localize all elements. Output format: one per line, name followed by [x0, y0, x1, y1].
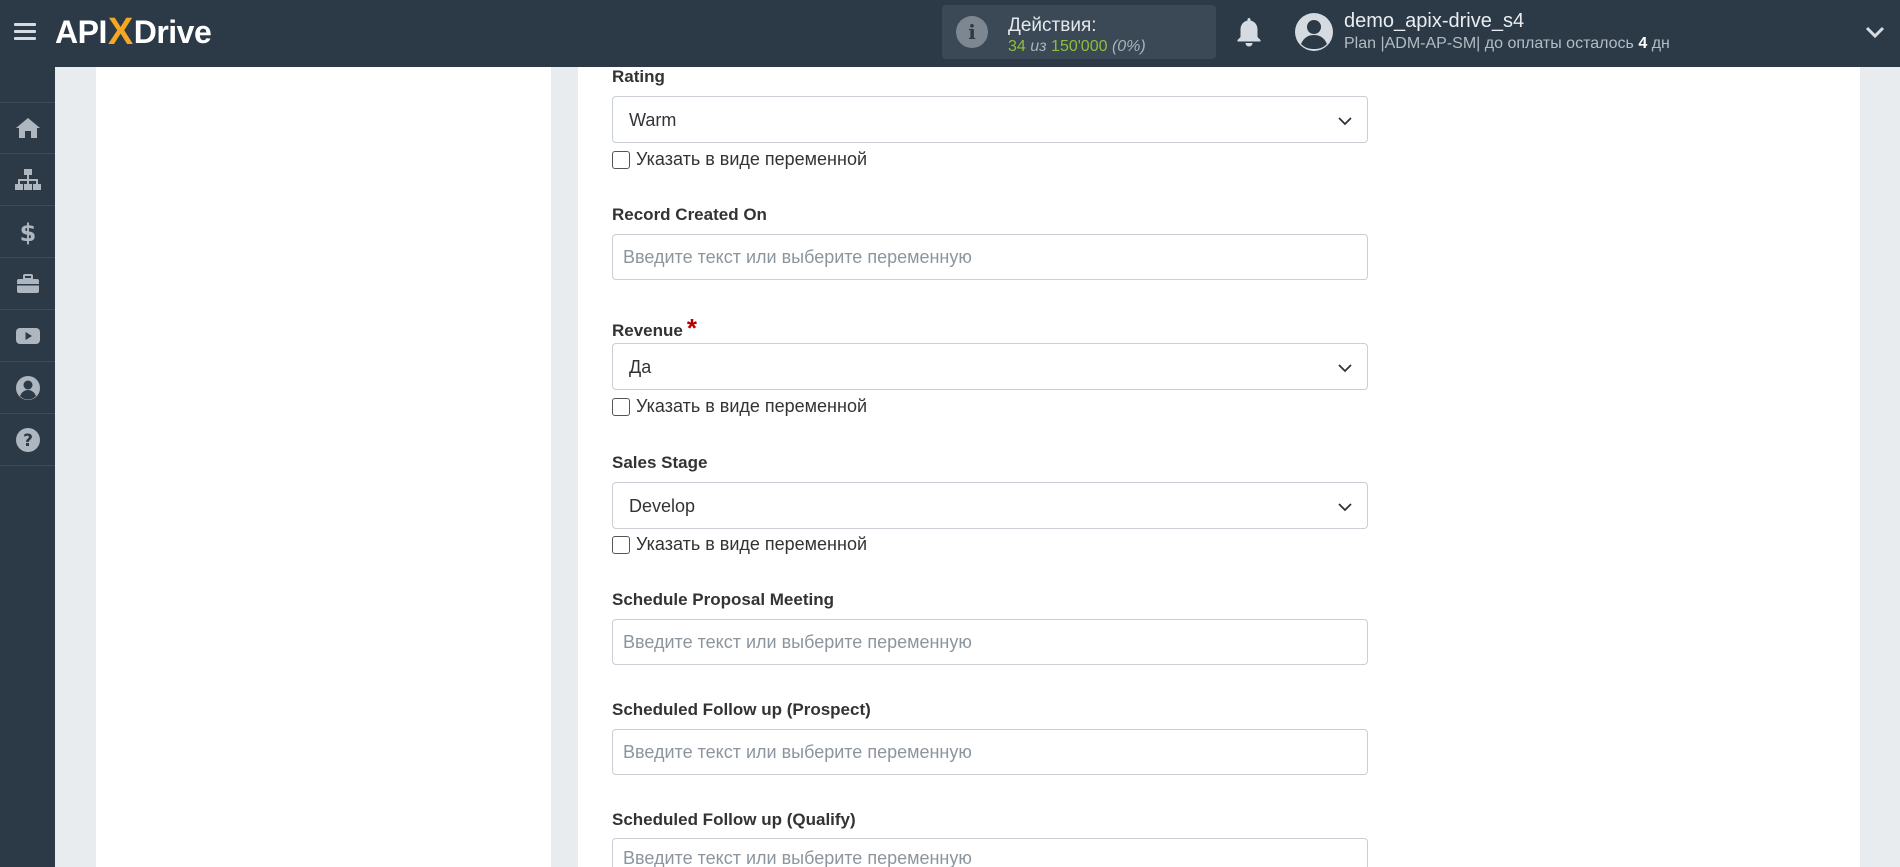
followup-prospect-label: Scheduled Follow up (Prospect) — [612, 700, 871, 719]
sales-stage-value: Develop — [629, 496, 696, 516]
sidebar-item-home[interactable] — [0, 102, 55, 154]
required-marker: * — [686, 313, 697, 343]
info-icon: i — [956, 16, 988, 48]
plan-info: Plan |ADM-AP-SM| до оплаты осталось 4 дн — [1344, 35, 1670, 53]
sidebar-item-connections[interactable] — [0, 154, 55, 206]
logo-text-x: X — [107, 10, 133, 53]
plan-text: Plan |ADM-AP-SM| до оплаты осталось — [1344, 35, 1634, 52]
checkbox-label: Указать в виде переменной — [636, 149, 868, 169]
actions-of: из — [1030, 38, 1047, 55]
sales-stage-label: Sales Stage — [612, 453, 708, 472]
revenue-select[interactable]: Да — [612, 343, 1368, 390]
logo-text-api: API — [55, 13, 107, 50]
days-unit: дн — [1651, 35, 1670, 52]
rating-label: Rating — [612, 67, 665, 86]
actions-count: 34 из 150'000 (0%) — [1008, 38, 1146, 56]
menu-icon[interactable] — [14, 20, 40, 44]
dollar-icon: $ — [19, 219, 36, 246]
revenue-variable-checkbox[interactable]: Указать в виде переменной — [612, 396, 867, 417]
revenue-label-text: Revenue — [612, 321, 683, 340]
chevron-down-icon — [1338, 117, 1352, 126]
followup-prospect-input[interactable] — [612, 729, 1368, 775]
apix-drive-logo[interactable]: API X Drive — [55, 8, 212, 56]
revenue-value: Да — [629, 357, 652, 377]
top-bar: API X Drive i Действия: 34 из 150'000 (0%)… — [0, 0, 1900, 67]
revenue-label: Revenue * — [612, 312, 697, 343]
svg-text:$: $ — [19, 219, 36, 246]
user-name[interactable]: demo_apix-drive_s4 — [1344, 10, 1524, 33]
chevron-down-icon[interactable] — [1864, 22, 1886, 42]
sitemap-icon — [14, 168, 41, 190]
sales-stage-variable-checkbox[interactable]: Указать в виде переменной — [612, 534, 867, 555]
youtube-icon — [15, 327, 40, 344]
schedule-proposal-label: Schedule Proposal Meeting — [612, 590, 834, 609]
rating-variable-checkbox[interactable]: Указать в виде переменной — [612, 149, 867, 170]
actions-percent: (0%) — [1111, 38, 1146, 55]
record-created-label: Record Created On — [612, 205, 767, 224]
followup-qualify-input[interactable] — [612, 838, 1368, 867]
user-circle-icon — [15, 375, 40, 400]
record-created-input[interactable] — [612, 234, 1368, 280]
rating-value: Warm — [629, 110, 677, 130]
checkbox[interactable] — [612, 397, 630, 416]
actions-used: 34 — [1008, 38, 1026, 55]
user-avatar-icon[interactable] — [1295, 13, 1333, 51]
schedule-proposal-input[interactable] — [612, 619, 1368, 665]
sidebar-item-help[interactable]: ? — [0, 414, 55, 466]
actions-title: Действия: — [1008, 15, 1097, 36]
left-panel — [96, 67, 551, 867]
briefcase-icon — [16, 273, 39, 293]
bell-icon[interactable] — [1234, 16, 1264, 48]
actions-counter[interactable]: i Действия: 34 из 150'000 (0%) — [942, 5, 1216, 59]
sidebar-item-profile[interactable] — [0, 362, 55, 414]
logo-text-drive: Drive — [133, 13, 212, 50]
sidebar-item-projects[interactable] — [0, 258, 55, 310]
chevron-down-icon — [1338, 503, 1352, 512]
sidebar-item-video[interactable] — [0, 310, 55, 362]
sidebar-item-billing[interactable]: $ — [0, 206, 55, 258]
help-icon: ? — [15, 427, 40, 452]
svg-text:?: ? — [23, 431, 33, 451]
rating-select[interactable]: Warm — [612, 96, 1368, 143]
actions-total: 150'000 — [1051, 38, 1108, 55]
checkbox[interactable] — [612, 150, 630, 169]
checkbox[interactable] — [612, 535, 630, 554]
checkbox-label: Указать в виде переменной — [636, 534, 868, 554]
chevron-down-icon — [1338, 364, 1352, 373]
days-left: 4 — [1638, 35, 1648, 52]
followup-qualify-label: Scheduled Follow up (Qualify) — [612, 810, 856, 829]
home-icon — [15, 118, 40, 138]
sales-stage-select[interactable]: Develop — [612, 482, 1368, 529]
checkbox-label: Указать в виде переменной — [636, 396, 868, 416]
sidebar: $ ? — [0, 67, 55, 867]
